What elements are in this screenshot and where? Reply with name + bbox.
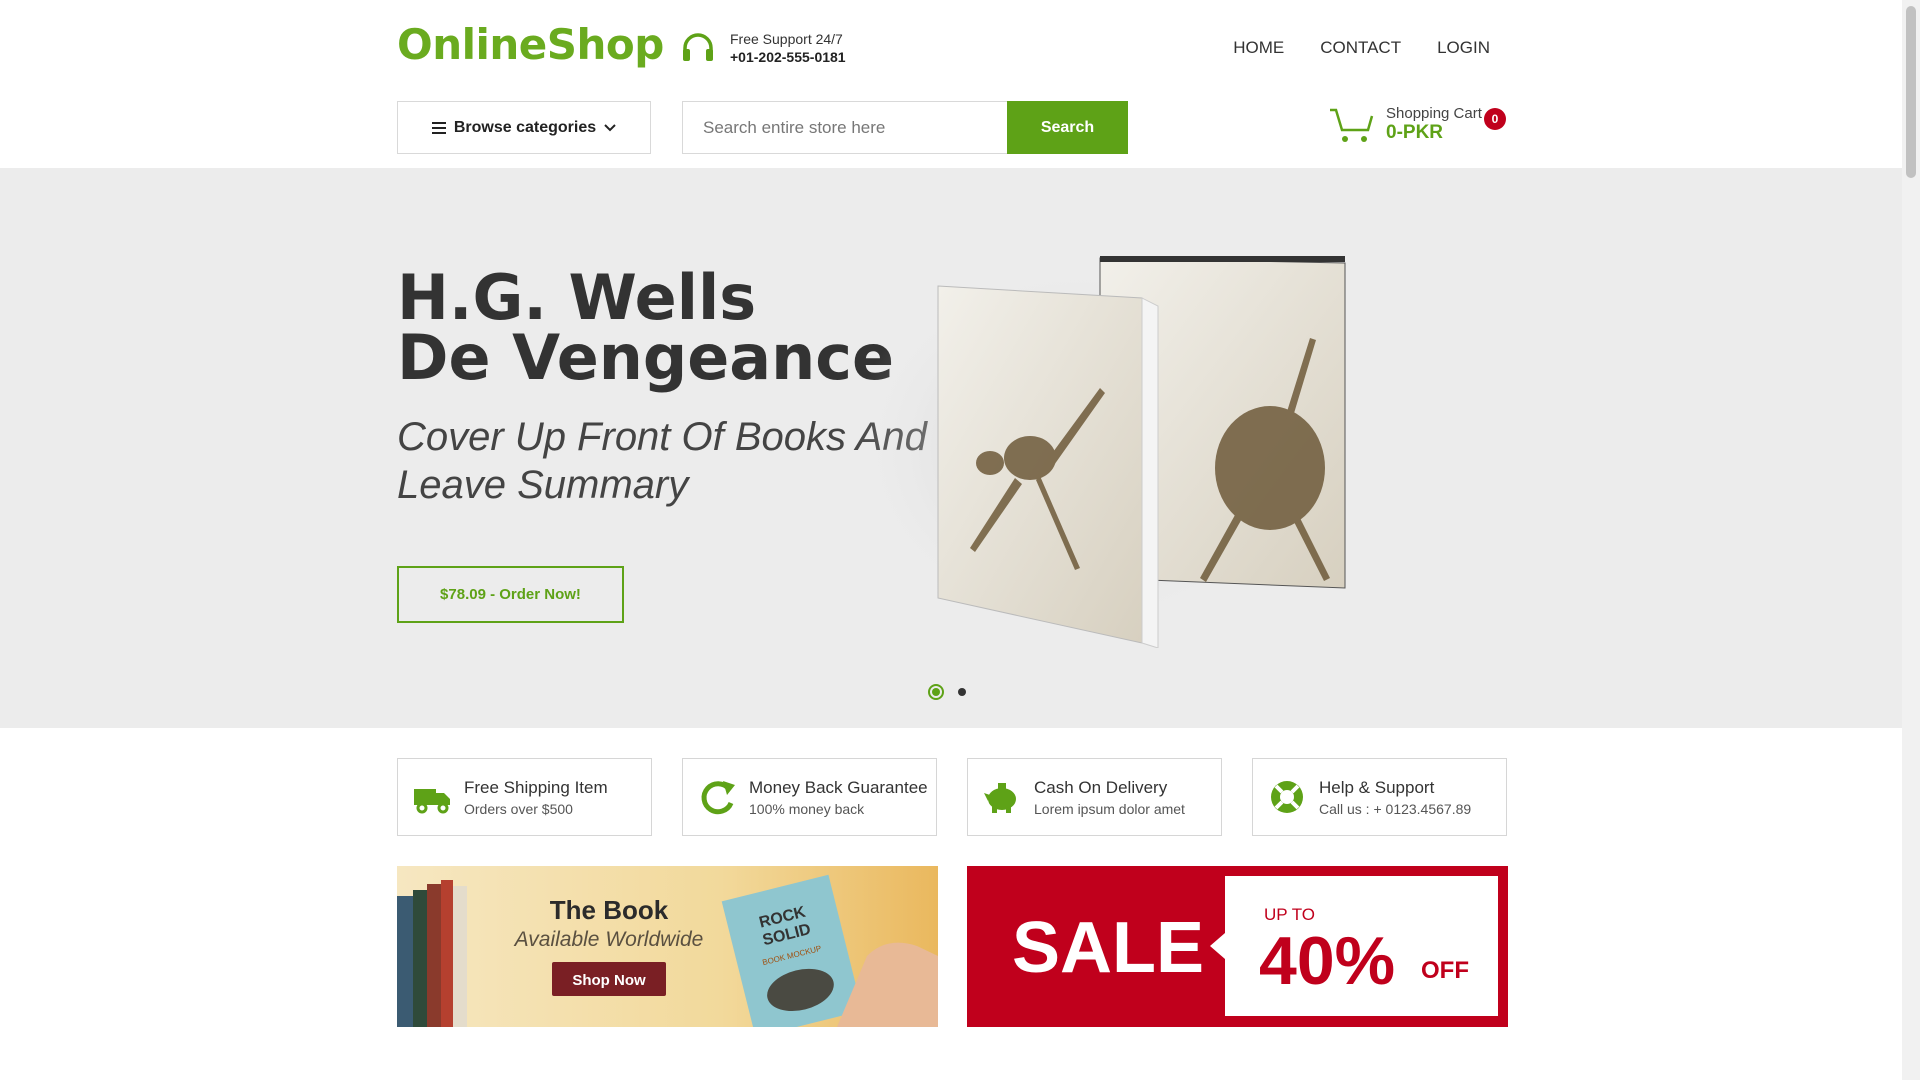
nav-login[interactable]: LOGIN [1437, 38, 1490, 58]
sale-percent: 40% [1259, 923, 1395, 999]
search-bar: Search [682, 101, 1128, 154]
sale-banner-art: SALE UP TO 40% OFF [1012, 876, 1498, 1016]
book-banner-title: The Book [550, 895, 669, 925]
refresh-icon [701, 781, 735, 815]
page-scrollbar[interactable] [1902, 0, 1920, 1080]
book-promo-art: The Book Available Worldwide Shop Now RO… [397, 874, 938, 1027]
sale-banner[interactable]: SALE UP TO 40% OFF [967, 866, 1508, 1027]
browse-label: Browse categories [453, 118, 597, 136]
hero-title-line2: De Vengeance [397, 321, 895, 394]
slide-dot-1[interactable] [928, 684, 944, 700]
feature-help-support: Help & Support Call us : + 0123.4567.89 [1252, 758, 1507, 836]
site-logo[interactable]: OnlineShop [397, 20, 664, 69]
feature-subtitle: Call us : + 0123.4567.89 [1319, 800, 1472, 817]
top-nav: HOME CONTACT LOGIN [1233, 38, 1490, 58]
scrollbar-thumb[interactable] [1906, 6, 1916, 178]
nav-home[interactable]: HOME [1233, 38, 1284, 58]
book-spines-image [397, 880, 467, 1027]
cart-total: 0-PKR [1386, 121, 1444, 143]
feature-money-back: Money Back Guarantee 100% money back [682, 758, 937, 836]
order-now-button[interactable]: $78.09 - Order Now! [397, 566, 624, 623]
menu-icon [431, 121, 446, 134]
browse-categories-button[interactable]: Browse categories [397, 101, 651, 154]
truck-icon [414, 789, 450, 814]
cart-count-badge: 0 [1484, 108, 1506, 130]
shop-now-button[interactable]: Shop Now [572, 972, 646, 989]
support-phone[interactable]: +01-202-555-0181 [730, 49, 846, 65]
search-input[interactable] [682, 101, 1007, 154]
feature-free-shipping: Free Shipping Item Orders over $500 [397, 758, 652, 836]
cart-icon [1330, 108, 1374, 142]
slide-dot-2[interactable] [958, 688, 966, 696]
feature-subtitle: Lorem ipsum dolor amet [1034, 800, 1185, 817]
cart-label: Shopping Cart [1386, 104, 1482, 122]
book-mockup-image [850, 256, 1346, 648]
chevron-down-icon [604, 123, 616, 131]
hero-slider: H.G. Wells De Vengeance Cover Up Front O… [0, 168, 1902, 728]
support-info: Free Support 24/7 +01-202-555-0181 [680, 30, 846, 66]
feature-title: Help & Support [1319, 777, 1435, 797]
nav-contact[interactable]: CONTACT [1320, 38, 1401, 58]
book-mockup-cover: ROCK SOLID BOOK MOCKUP [721, 874, 863, 1027]
shopping-cart[interactable]: Shopping Cart 0-PKR [1328, 104, 1482, 144]
feature-subtitle: Orders over $500 [464, 800, 573, 817]
sale-off: OFF [1421, 957, 1469, 984]
feature-title: Free Shipping Item [464, 777, 608, 797]
feature-cash-on-delivery: Cash On Delivery Lorem ipsum dolor amet [967, 758, 1222, 836]
feature-title: Cash On Delivery [1034, 777, 1168, 797]
feature-subtitle: 100% money back [749, 800, 865, 817]
book-banner-sub: Available Worldwide [513, 928, 704, 951]
lifebuoy-icon [1271, 781, 1303, 813]
feature-title: Money Back Guarantee [749, 777, 928, 797]
support-title: Free Support 24/7 [730, 31, 843, 47]
book-promo-banner[interactable]: The Book Available Worldwide Shop Now RO… [397, 866, 938, 1027]
sale-label: SALE [1012, 908, 1204, 988]
search-button[interactable]: Search [1007, 101, 1128, 154]
hero-title: H.G. Wells De Vengeance [397, 267, 894, 389]
piggy-bank-icon [984, 783, 1016, 813]
headphones-icon [683, 33, 713, 61]
sale-up-to: UP TO [1264, 905, 1315, 924]
slider-dots [928, 684, 966, 700]
